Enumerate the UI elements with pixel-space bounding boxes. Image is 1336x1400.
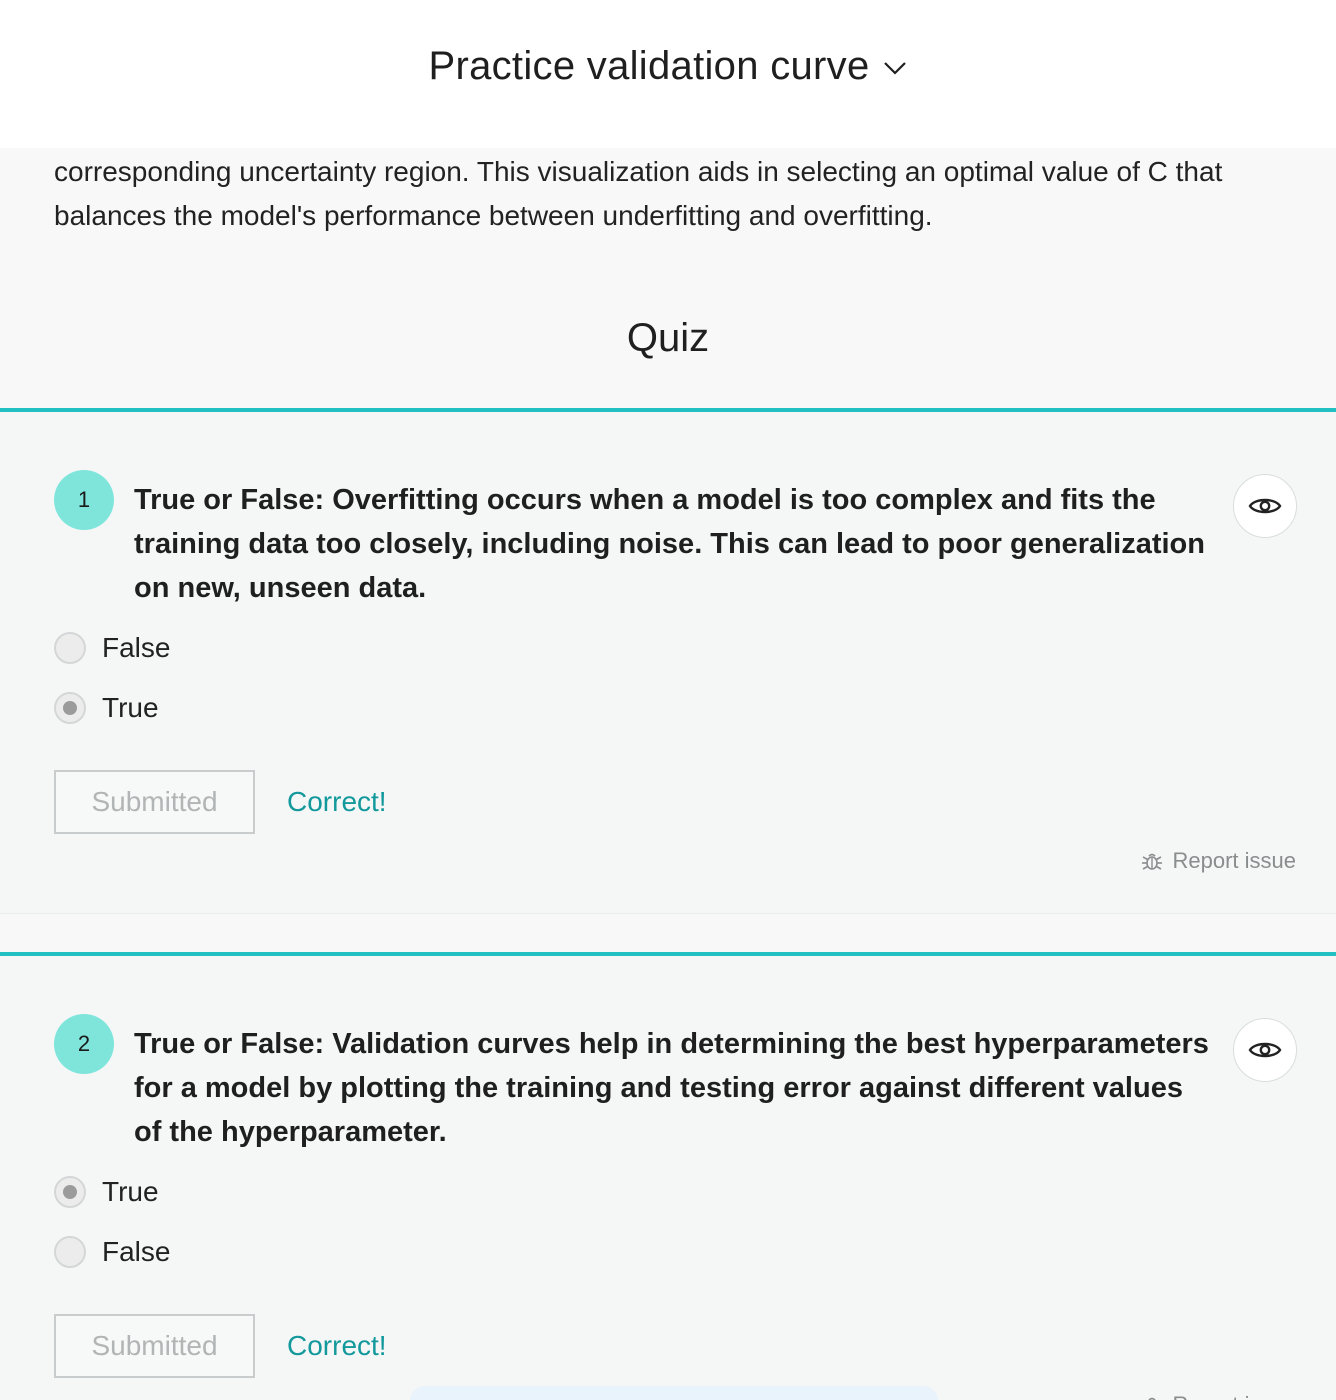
radio-button[interactable] <box>54 1236 86 1268</box>
reveal-answer-button[interactable] <box>1233 1018 1297 1082</box>
question-text: True or False: Overfitting occurs when a… <box>134 484 1205 604</box>
submit-button[interactable]: Submitted <box>54 1314 255 1378</box>
option-label: False <box>102 632 171 663</box>
option-false[interactable]: False <box>54 632 170 664</box>
option-true[interactable]: True <box>54 1176 159 1208</box>
report-issue-link[interactable]: Report issue <box>1140 848 1296 874</box>
radio-button[interactable] <box>54 1176 86 1208</box>
page-header: Practice validation curve <box>0 0 1336 148</box>
option-label: True <box>102 1176 159 1207</box>
bug-icon <box>1142 853 1163 870</box>
lesson-title-dropdown[interactable]: Practice validation curve <box>428 44 907 89</box>
eye-icon <box>1248 498 1282 514</box>
option-false[interactable]: False <box>54 1236 170 1268</box>
intro-paragraph: corresponding uncertainty region. This v… <box>54 156 1223 231</box>
feedback-text: Correct! <box>287 786 387 817</box>
quiz-heading: Quiz <box>626 316 710 360</box>
option-true[interactable]: True <box>54 692 159 724</box>
floating-toolbar[interactable] <box>410 1386 938 1400</box>
option-label: True <box>102 692 159 723</box>
submit-button[interactable]: Submitted <box>54 770 255 834</box>
report-issue-label: Report issue <box>1172 1392 1296 1400</box>
quiz-question-2: 2 True or False: Validation curves help … <box>0 952 1336 1400</box>
question-number-badge: 2 <box>54 1014 114 1074</box>
option-label: False <box>102 1236 171 1267</box>
lesson-title: Practice validation curve <box>428 44 870 88</box>
radio-button[interactable] <box>54 692 86 724</box>
report-issue-label: Report issue <box>1172 848 1296 873</box>
chevron-down-icon <box>883 61 906 75</box>
quiz-question-1: 1 True or False: Overfitting occurs when… <box>0 408 1336 914</box>
radio-button[interactable] <box>54 632 86 664</box>
question-text: True or False: Validation curves help in… <box>134 1028 1209 1148</box>
eye-icon <box>1248 1042 1282 1058</box>
feedback-text: Correct! <box>287 1330 387 1361</box>
reveal-answer-button[interactable] <box>1233 474 1297 538</box>
question-number-badge: 1 <box>54 470 114 530</box>
bug-icon <box>1148 1397 1157 1400</box>
report-issue-link[interactable]: Report issue <box>1140 1392 1296 1400</box>
